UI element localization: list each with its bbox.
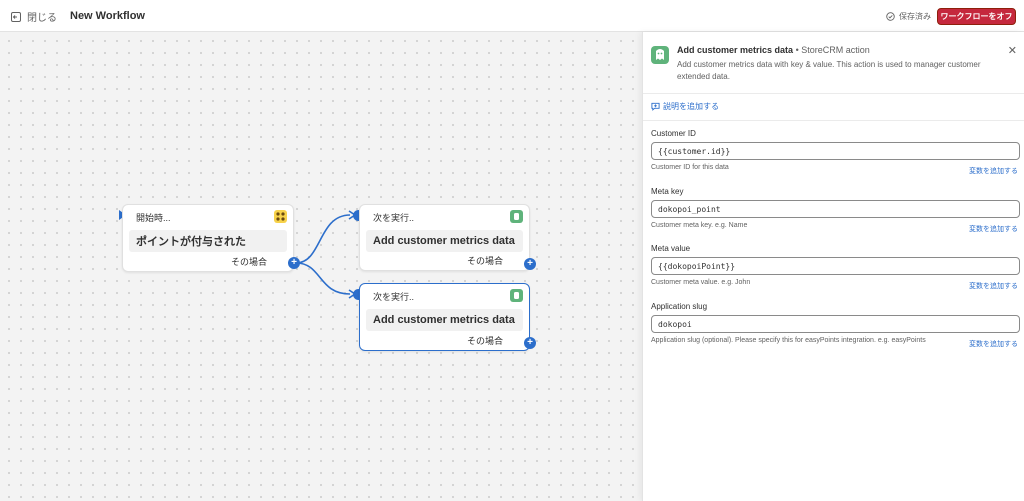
meta-key-label: Meta key	[651, 187, 684, 196]
connector-to-action2	[295, 262, 351, 295]
storecrm-icon	[510, 289, 523, 302]
panel-subtitle: StoreCRM action	[801, 45, 870, 55]
workflow-canvas[interactable]: 開始時... ポイントが付与された その場合 + 次を実行.. Add cust…	[0, 32, 642, 501]
action2-add-step-button[interactable]: +	[524, 337, 536, 349]
meta-key-help: Customer meta key. e.g. Name	[651, 222, 748, 229]
application-slug-add-variable-link[interactable]: 変数を追加する	[969, 339, 1018, 349]
add-description-label: 説明を追加する	[663, 102, 719, 111]
panel-title: Add customer metrics data • StoreCRM act…	[677, 45, 870, 55]
saved-label: 保存済み	[899, 12, 931, 21]
close-label: 閉じる	[27, 13, 57, 24]
meta-key-input[interactable]	[651, 200, 1020, 218]
action-settings-panel: Add customer metrics data • StoreCRM act…	[642, 32, 1024, 501]
trigger-node-title: ポイントが付与された	[129, 230, 287, 252]
customer-id-help: Customer ID for this data	[651, 164, 729, 171]
customer-id-add-variable-link[interactable]: 変数を追加する	[969, 166, 1018, 176]
action1-node-head: 次を実行..	[373, 213, 415, 223]
meta-value-add-variable-link[interactable]: 変数を追加する	[969, 281, 1018, 291]
panel-description: Add customer metrics data with key & val…	[677, 60, 981, 81]
trigger-node[interactable]: 開始時... ポイントが付与された その場合	[122, 204, 294, 272]
panel-title-text: Add customer metrics data	[677, 45, 794, 55]
check-circle-icon	[886, 12, 895, 21]
action1-node-title: Add customer metrics data	[366, 230, 523, 252]
action2-node-title: Add customer metrics data	[366, 309, 523, 331]
connector-lines	[295, 210, 357, 299]
customer-id-input[interactable]	[651, 142, 1020, 160]
application-slug-help: Application slug (optional). Please spec…	[651, 337, 926, 344]
workflow-off-button[interactable]: ワークフローをオフ	[937, 8, 1016, 25]
trigger-app-icon	[274, 210, 287, 223]
trigger-add-step-button[interactable]: +	[288, 257, 300, 269]
application-slug-label: Application slug	[651, 302, 708, 311]
trigger-node-condition: その場合	[230, 257, 267, 267]
meta-value-input[interactable]	[651, 257, 1020, 275]
close-icon[interactable]: ✕	[1008, 44, 1017, 57]
connector-to-action1	[295, 214, 351, 264]
trigger-node-head: 開始時...	[136, 213, 171, 223]
action1-add-step-button[interactable]: +	[524, 258, 536, 270]
meta-key-add-variable-link[interactable]: 変数を追加する	[969, 224, 1018, 234]
top-bar: 閉じる New Workflow 保存済み ワークフローをオフ	[0, 0, 1024, 32]
exit-icon	[11, 11, 21, 22]
action-node-1[interactable]: 次を実行.. Add customer metrics data その場合	[359, 204, 530, 271]
storecrm-icon	[510, 210, 523, 223]
action2-node-head: 次を実行..	[373, 292, 415, 302]
panel-header: Add customer metrics data • StoreCRM act…	[643, 32, 1024, 94]
panel-divider	[643, 120, 1024, 121]
storecrm-icon	[651, 46, 669, 64]
add-description-link[interactable]: 説明を追加する	[651, 101, 719, 112]
customer-id-label: Customer ID	[651, 129, 696, 138]
action2-node-condition: その場合	[466, 336, 503, 346]
close-button[interactable]: 閉じる	[11, 9, 57, 24]
comment-plus-icon	[651, 102, 660, 111]
application-slug-input[interactable]	[651, 315, 1020, 333]
action-node-2[interactable]: 次を実行.. Add customer metrics data その場合	[359, 283, 530, 351]
saved-status: 保存済み	[886, 11, 931, 22]
meta-value-help: Customer meta value. e.g. John	[651, 279, 751, 286]
panel-title-separator: •	[795, 45, 799, 55]
workflow-title[interactable]: New Workflow	[70, 10, 145, 22]
meta-value-label: Meta value	[651, 244, 691, 253]
action1-node-condition: その場合	[466, 256, 503, 266]
